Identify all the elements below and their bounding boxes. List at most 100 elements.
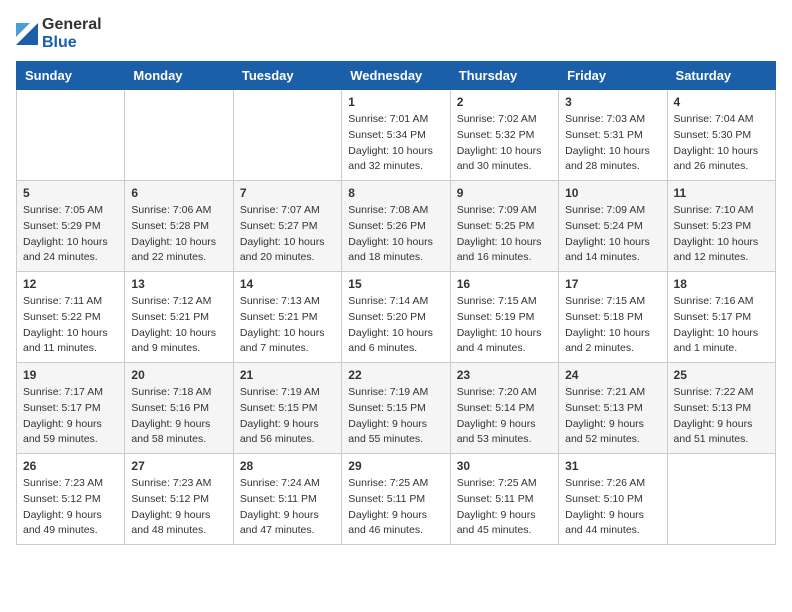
day-number: 22 [348,368,443,382]
calendar-header-wednesday: Wednesday [342,62,450,90]
day-info: Sunrise: 7:21 AM Sunset: 5:13 PM Dayligh… [565,385,660,448]
day-number: 4 [674,95,769,109]
day-info: Sunrise: 7:13 AM Sunset: 5:21 PM Dayligh… [240,294,335,357]
day-info: Sunrise: 7:08 AM Sunset: 5:26 PM Dayligh… [348,203,443,266]
day-number: 16 [457,277,552,291]
logo-text-general: General [42,16,102,34]
day-number: 12 [23,277,118,291]
calendar-cell: 17Sunrise: 7:15 AM Sunset: 5:18 PM Dayli… [559,272,667,363]
calendar-cell: 26 Sunrise: 7:23 AM Sunset: 5:12 PM Dayli… [17,454,125,545]
day-info: Sunrise: 7:09 AM Sunset: 5:25 PM Dayligh… [457,203,552,266]
calendar-cell: 6 Sunrise: 7:06 AM Sunset: 5:28 PM Daylig… [125,181,233,272]
calendar-cell: 9 Sunrise: 7:09 AM Sunset: 5:25 PM Daylig… [450,181,558,272]
day-number: 29 [348,459,443,473]
day-number: 19 [23,368,118,382]
day-info: Sunrise: 7:10 AM Sunset: 5:23 PM Dayligh… [674,203,769,266]
day-number: 30 [457,459,552,473]
day-number: 13 [131,277,226,291]
day-number: 1 [348,95,443,109]
calendar-header-friday: Friday [559,62,667,90]
day-info: Sunrise: 7:18 AM Sunset: 5:16 PM Dayligh… [131,385,226,448]
day-info: Sunrise: 7:25 AM Sunset: 5:11 PM Dayligh… [457,476,552,539]
calendar-week-row: 5Sunrise: 7:05 AM Sunset: 5:29 PM Daylig… [17,181,776,272]
day-info: Sunrise: 7:19 AM Sunset: 5:15 PM Dayligh… [348,385,443,448]
calendar-cell: 23Sunrise: 7:20 AM Sunset: 5:14 PM Dayli… [450,363,558,454]
calendar-header-monday: Monday [125,62,233,90]
calendar-header-saturday: Saturday [667,62,775,90]
day-number: 2 [457,95,552,109]
day-number: 31 [565,459,660,473]
calendar-cell: 12 Sunrise: 7:11 AM Sunset: 5:22 PM Dayli… [17,272,125,363]
day-info: Sunrise: 7:15 AM Sunset: 5:19 PM Dayligh… [457,294,552,357]
day-info: Sunrise: 7:05 AM Sunset: 5:29 PM Dayligh… [23,203,118,266]
calendar-header-sunday: Sunday [17,62,125,90]
calendar-cell: 22 Sunrise: 7:19 AM Sunset: 5:15 PM Dayli… [342,363,450,454]
calendar-week-row: 1 Sunrise: 7:01 AM Sunset: 5:34 PM Daylig… [17,90,776,181]
calendar-cell: 11 Sunrise: 7:10 AM Sunset: 5:23 PM Dayli… [667,181,775,272]
day-number: 7 [240,186,335,200]
calendar-cell: 2 Sunrise: 7:02 AM Sunset: 5:32 PM Daylig… [450,90,558,181]
day-info: Sunrise: 7:01 AM Sunset: 5:34 PM Dayligh… [348,112,443,175]
calendar-cell: 19 Sunrise: 7:17 AM Sunset: 5:17 PM Dayli… [17,363,125,454]
day-number: 15 [348,277,443,291]
day-number: 3 [565,95,660,109]
day-info: Sunrise: 7:26 AM Sunset: 5:10 PM Dayligh… [565,476,660,539]
day-number: 9 [457,186,552,200]
day-info: Sunrise: 7:19 AM Sunset: 5:15 PM Dayligh… [240,385,335,448]
day-info: Sunrise: 7:11 AM Sunset: 5:22 PM Dayligh… [23,294,118,357]
logo-triangle-icon [16,23,38,45]
calendar-cell: 14 Sunrise: 7:13 AM Sunset: 5:21 PM Dayli… [233,272,341,363]
calendar-cell: 7 Sunrise: 7:07 AM Sunset: 5:27 PM Daylig… [233,181,341,272]
calendar-cell [125,90,233,181]
day-info: Sunrise: 7:02 AM Sunset: 5:32 PM Dayligh… [457,112,552,175]
day-number: 24 [565,368,660,382]
calendar-table: SundayMondayTuesdayWednesdayThursdayFrid… [16,61,776,545]
day-number: 18 [674,277,769,291]
day-info: Sunrise: 7:22 AM Sunset: 5:13 PM Dayligh… [674,385,769,448]
day-info: Sunrise: 7:03 AM Sunset: 5:31 PM Dayligh… [565,112,660,175]
day-info: Sunrise: 7:23 AM Sunset: 5:12 PM Dayligh… [23,476,118,539]
calendar-cell: 18 Sunrise: 7:16 AM Sunset: 5:17 PM Dayli… [667,272,775,363]
calendar-cell: 16 Sunrise: 7:15 AM Sunset: 5:19 PM Dayli… [450,272,558,363]
calendar-cell: 1 Sunrise: 7:01 AM Sunset: 5:34 PM Daylig… [342,90,450,181]
day-info: Sunrise: 7:24 AM Sunset: 5:11 PM Dayligh… [240,476,335,539]
calendar-header-row: SundayMondayTuesdayWednesdayThursdayFrid… [17,62,776,90]
day-number: 25 [674,368,769,382]
calendar-cell: 21 Sunrise: 7:19 AM Sunset: 5:15 PM Dayli… [233,363,341,454]
calendar-week-row: 26 Sunrise: 7:23 AM Sunset: 5:12 PM Dayli… [17,454,776,545]
day-number: 14 [240,277,335,291]
day-info: Sunrise: 7:09 AM Sunset: 5:24 PM Dayligh… [565,203,660,266]
day-info: Sunrise: 7:23 AM Sunset: 5:12 PM Dayligh… [131,476,226,539]
day-number: 17 [565,277,660,291]
calendar-cell: 30 Sunrise: 7:25 AM Sunset: 5:11 PM Dayli… [450,454,558,545]
day-number: 8 [348,186,443,200]
calendar-cell [667,454,775,545]
logo: General Blue [16,16,102,51]
day-info: Sunrise: 7:16 AM Sunset: 5:17 PM Dayligh… [674,294,769,357]
calendar-cell: 25 Sunrise: 7:22 AM Sunset: 5:13 PM Dayli… [667,363,775,454]
calendar-cell: 27 Sunrise: 7:23 AM Sunset: 5:12 PM Dayli… [125,454,233,545]
day-number: 27 [131,459,226,473]
calendar-header-thursday: Thursday [450,62,558,90]
day-info: Sunrise: 7:07 AM Sunset: 5:27 PM Dayligh… [240,203,335,266]
calendar-cell: 29 Sunrise: 7:25 AM Sunset: 5:11 PM Dayli… [342,454,450,545]
calendar-cell: 4 Sunrise: 7:04 AM Sunset: 5:30 PM Daylig… [667,90,775,181]
calendar-cell [233,90,341,181]
day-info: Sunrise: 7:12 AM Sunset: 5:21 PM Dayligh… [131,294,226,357]
calendar-week-row: 19 Sunrise: 7:17 AM Sunset: 5:17 PM Dayli… [17,363,776,454]
day-info: Sunrise: 7:04 AM Sunset: 5:30 PM Dayligh… [674,112,769,175]
calendar-cell: 24 Sunrise: 7:21 AM Sunset: 5:13 PM Dayli… [559,363,667,454]
day-info: Sunrise: 7:25 AM Sunset: 5:11 PM Dayligh… [348,476,443,539]
day-number: 28 [240,459,335,473]
day-number: 26 [23,459,118,473]
day-number: 11 [674,186,769,200]
page-header: General Blue [16,16,776,51]
day-number: 10 [565,186,660,200]
logo-top: General Blue [16,16,102,51]
day-info: Sunrise: 7:17 AM Sunset: 5:17 PM Dayligh… [23,385,118,448]
calendar-week-row: 12 Sunrise: 7:11 AM Sunset: 5:22 PM Dayli… [17,272,776,363]
day-number: 21 [240,368,335,382]
calendar-cell: 10 Sunrise: 7:09 AM Sunset: 5:24 PM Dayli… [559,181,667,272]
day-number: 6 [131,186,226,200]
day-info: Sunrise: 7:06 AM Sunset: 5:28 PM Dayligh… [131,203,226,266]
